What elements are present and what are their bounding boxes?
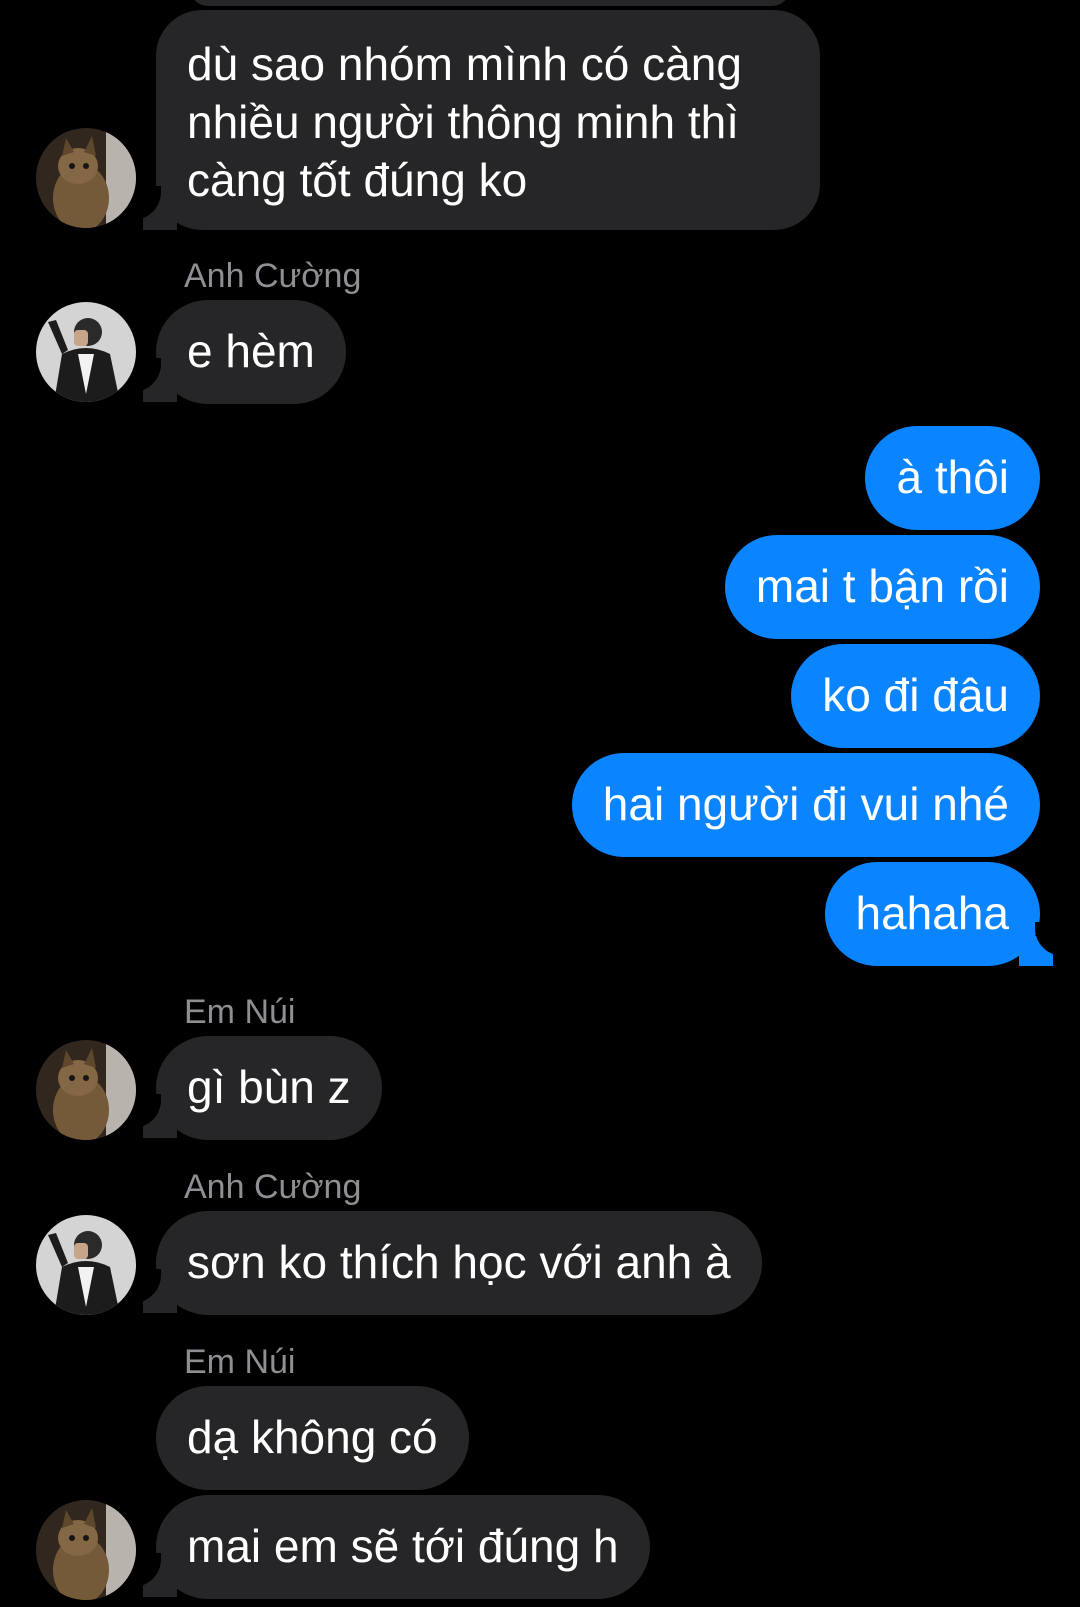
person-avatar-icon bbox=[36, 1215, 136, 1315]
message-bubble-incoming[interactable]: e hèm bbox=[156, 300, 346, 404]
message-text: hahaha bbox=[855, 887, 1010, 939]
sender-name: Em Núi bbox=[184, 1343, 296, 1381]
message-bubble-outgoing[interactable]: mai t bận rồi bbox=[724, 535, 1040, 639]
message-bubble-outgoing[interactable]: ko đi đâu bbox=[791, 644, 1040, 748]
message-text: mai t bận rồi bbox=[755, 560, 1009, 612]
avatar-anh-cuong[interactable] bbox=[36, 1215, 136, 1315]
avatar-em-nui[interactable] bbox=[36, 128, 136, 228]
message-text: dù sao nhóm mình có càng nhiều người thô… bbox=[187, 38, 742, 206]
sender-name: Anh Cường bbox=[184, 257, 362, 295]
avatar-em-nui[interactable] bbox=[36, 1500, 136, 1600]
message-bubble-outgoing[interactable]: hai người đi vui nhé bbox=[571, 753, 1040, 857]
cat-avatar-icon bbox=[36, 1040, 136, 1140]
message-bubble-incoming[interactable]: gì bùn z bbox=[156, 1036, 382, 1140]
avatar-em-nui[interactable] bbox=[36, 1040, 136, 1140]
message-text: à thôi bbox=[896, 451, 1009, 503]
message-bubble-outgoing[interactable]: hahaha bbox=[824, 862, 1040, 966]
message-bubble-outgoing[interactable]: à thôi bbox=[865, 426, 1040, 530]
bubble-tail bbox=[1019, 922, 1065, 966]
cat-avatar-icon bbox=[36, 128, 136, 228]
bubble-tail bbox=[131, 358, 177, 402]
avatar-anh-cuong[interactable] bbox=[36, 302, 136, 402]
sender-name: Em Núi bbox=[184, 993, 296, 1031]
cat-avatar-icon bbox=[36, 1500, 136, 1600]
message-text: gì bùn z bbox=[187, 1061, 351, 1113]
message-bubble-incoming[interactable]: sơn ko thích học với anh à bbox=[156, 1211, 762, 1315]
sender-name: Anh Cường bbox=[184, 1168, 362, 1206]
bubble-tail bbox=[131, 186, 177, 230]
bubble-tail bbox=[131, 1094, 177, 1138]
message-text: ko đi đâu bbox=[822, 669, 1009, 721]
bubble-tail bbox=[131, 1553, 177, 1597]
message-text: sơn ko thích học với anh à bbox=[187, 1236, 731, 1288]
previous-message-bubble bbox=[190, 0, 790, 6]
person-avatar-icon bbox=[36, 302, 136, 402]
message-bubble-incoming[interactable]: dù sao nhóm mình có càng nhiều người thô… bbox=[156, 10, 820, 230]
message-text: hai người đi vui nhé bbox=[602, 778, 1009, 830]
message-text: mai em sẽ tới đúng h bbox=[187, 1520, 619, 1572]
message-bubble-incoming[interactable]: mai em sẽ tới đúng h bbox=[156, 1495, 650, 1599]
message-bubble-incoming[interactable]: dạ không có bbox=[156, 1386, 469, 1490]
message-text: e hèm bbox=[187, 325, 315, 377]
bubble-tail bbox=[131, 1269, 177, 1313]
message-text: dạ không có bbox=[187, 1411, 438, 1463]
